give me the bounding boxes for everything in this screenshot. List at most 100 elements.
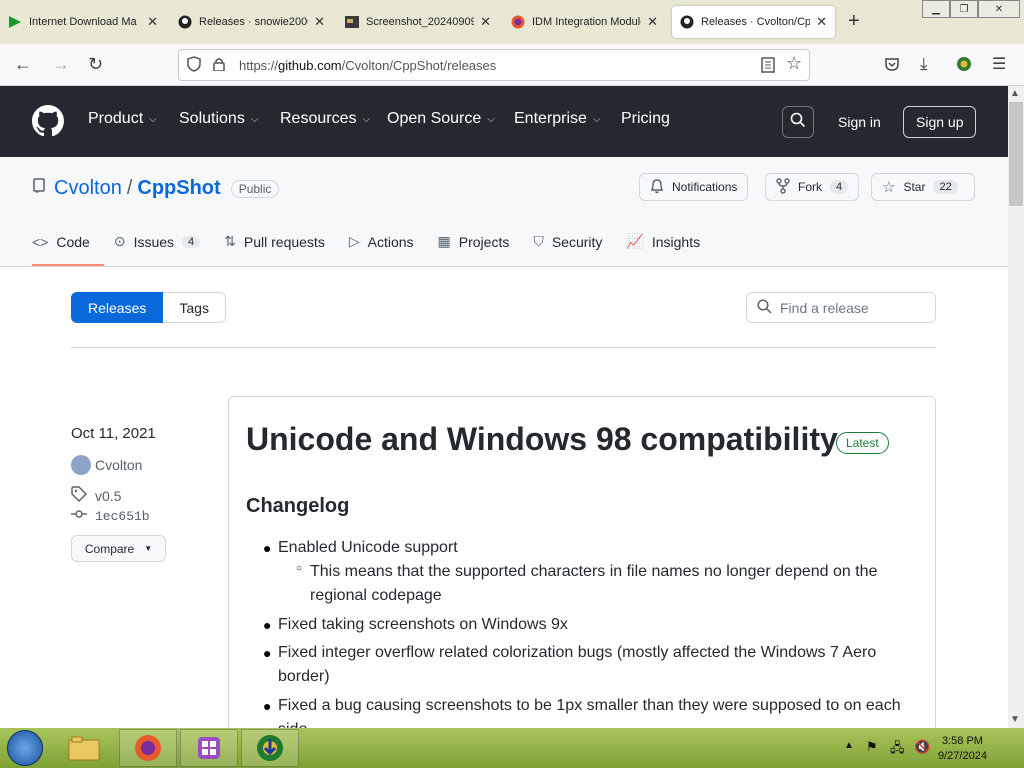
chevron-down-icon: ⌵ <box>362 113 371 125</box>
new-tab-plus-icon[interactable]: + <box>848 10 860 33</box>
volume-muted-icon[interactable]: 🔇 <box>914 739 930 755</box>
bookmark-star-icon[interactable]: ☆ <box>786 53 802 74</box>
list-item-continued: regional codepage <box>310 587 442 604</box>
minimize-icon[interactable]: ▁ <box>922 0 950 18</box>
star-icon: ☆ <box>882 179 896 196</box>
windows-taskbar: ▲ ⚑ 🖧 🔇 3:58 PM 9/27/2024 <box>0 728 1024 768</box>
star-count: 22 <box>933 180 958 194</box>
release-author[interactable]: Cvolton <box>71 455 142 475</box>
image-icon <box>345 15 359 29</box>
tab-security[interactable]: ⛉ Security <box>533 233 602 250</box>
reload-icon[interactable]: ↻ <box>88 54 103 75</box>
nav-enterprise[interactable]: Enterprise ⌵ <box>514 110 601 128</box>
release-date: Oct 11, 2021 <box>71 425 156 442</box>
tab-insights[interactable]: 📈 Insights <box>626 233 700 250</box>
nav-open-source[interactable]: Open Source ⌵ <box>387 110 495 128</box>
tag-icon <box>71 486 87 505</box>
visibility-badge: Public <box>230 179 280 198</box>
tab-pull-requests[interactable]: ⇅ Pull requests <box>224 233 325 250</box>
back-arrow-icon[interactable]: ← <box>14 54 32 75</box>
sign-up-button[interactable]: Sign up <box>903 106 977 138</box>
tags-tab-button[interactable]: Tags <box>163 292 226 323</box>
find-release-input[interactable]: Find a release <box>746 292 936 323</box>
lock-icon[interactable] <box>213 57 231 74</box>
chevron-down-icon: ⌵ <box>149 113 157 125</box>
tab-code[interactable]: <> Code <box>32 233 90 250</box>
chevron-down-icon: ⌵ <box>250 113 259 125</box>
url-domain: github.com <box>278 57 342 73</box>
scroll-down-arrow-icon[interactable]: ▼ <box>1010 714 1020 725</box>
scroll-up-arrow-icon[interactable]: ▲ <box>1010 88 1020 99</box>
start-button-icon[interactable] <box>7 730 43 766</box>
star-button[interactable]: ☆ Star 22 <box>871 173 975 201</box>
firefox-icon <box>511 15 525 29</box>
github-header: Product ⌵ Solutions ⌵ Resources ⌵ Open Sour… <box>0 86 1008 157</box>
notifications-button[interactable]: Notifications <box>639 173 749 201</box>
releases-tab-button[interactable]: Releases <box>71 292 164 323</box>
bullet-icon: ● <box>263 617 272 633</box>
shield-icon[interactable] <box>187 55 205 75</box>
pocket-icon[interactable] <box>884 56 900 77</box>
find-release-placeholder: Find a release <box>780 299 869 316</box>
release-title[interactable]: Unicode and Windows 98 compatibility <box>246 421 838 458</box>
repo-title: Cvolton / CppShot Public <box>32 177 280 200</box>
firefox-taskbar-icon[interactable] <box>119 729 177 767</box>
close-icon[interactable]: ✕ <box>480 14 491 30</box>
network-icon[interactable]: 🖧 <box>890 739 905 761</box>
menu-hamburger-icon[interactable]: ☰ <box>992 54 1006 74</box>
downloads-icon[interactable]: ⤓ <box>920 54 928 74</box>
tab-projects[interactable]: ▦ Projects <box>438 233 510 250</box>
close-icon[interactable]: ✕ <box>147 14 158 30</box>
browser-tab[interactable]: IDM Integration Module ✕ <box>503 6 666 38</box>
browser-tab[interactable]: Internet Download Ma ✕ <box>0 6 166 38</box>
bullet-icon: ● <box>263 645 272 661</box>
idm-play-icon <box>8 15 22 29</box>
avatar <box>71 455 91 475</box>
sign-in-link[interactable]: Sign in <box>838 114 881 130</box>
github-logo-icon[interactable] <box>32 105 64 142</box>
repo-separator: / <box>126 177 133 199</box>
commit-icon <box>71 508 87 524</box>
browser-tab[interactable]: Screenshot_20240909 ✕ <box>337 6 499 38</box>
browser-tab-active[interactable]: Releases · Cvolton/Cp ✕ <box>672 6 835 38</box>
close-icon[interactable]: ✕ <box>314 14 325 30</box>
list-item-continued: border) <box>278 668 330 685</box>
tab-actions[interactable]: ▷ Actions <box>349 233 414 250</box>
chevron-down-icon: ⌵ <box>592 113 601 125</box>
issues-count: 4 <box>182 235 201 248</box>
browser-tab[interactable]: Releases · snowie2000 ✕ <box>170 6 333 38</box>
bullet-icon: ● <box>263 540 272 556</box>
reader-view-icon[interactable] <box>761 57 775 76</box>
fork-button[interactable]: Fork 4 <box>765 173 860 201</box>
close-icon[interactable]: ✕ <box>816 14 827 30</box>
system-clock[interactable]: 3:58 PM 9/27/2024 <box>938 734 987 764</box>
window-close-icon[interactable]: ✕ <box>978 0 1020 18</box>
scrollbar-thumb[interactable] <box>1009 102 1023 206</box>
release-tag[interactable]: v0.5 <box>71 486 121 505</box>
windows-flag-app-icon[interactable] <box>180 729 238 767</box>
maximize-icon[interactable]: ❐ <box>950 0 978 18</box>
search-icon <box>757 298 772 317</box>
nav-resources[interactable]: Resources ⌵ <box>280 110 370 128</box>
search-button[interactable] <box>782 106 814 138</box>
list-item: This means that the supported characters… <box>310 563 878 580</box>
search-icon <box>790 112 806 133</box>
release-commit[interactable]: 1ec651b <box>71 508 150 524</box>
compare-button[interactable]: Compare ▼ <box>71 535 166 562</box>
tray-expand-icon[interactable]: ▲ <box>844 740 854 751</box>
tab-issues[interactable]: ⊙ Issues 4 <box>114 233 201 250</box>
close-icon[interactable]: ✕ <box>647 14 658 30</box>
repo-name-link[interactable]: CppShot <box>137 177 220 200</box>
nav-product[interactable]: Product ⌵ <box>88 110 157 128</box>
pull-request-icon: ⇅ <box>224 233 236 249</box>
nav-solutions[interactable]: Solutions ⌵ <box>179 110 258 128</box>
forward-arrow-icon[interactable]: → <box>52 54 70 75</box>
action-center-flag-icon[interactable]: ⚑ <box>866 739 878 755</box>
repo-owner-link[interactable]: Cvolton <box>54 177 122 200</box>
nav-pricing[interactable]: Pricing <box>621 110 670 128</box>
url-path: /Cvolton/CppShot/releases <box>341 57 497 73</box>
address-bar[interactable]: https://github.com/Cvolton/CppShot/relea… <box>178 49 810 81</box>
idm-taskbar-icon[interactable] <box>241 729 299 767</box>
file-explorer-icon[interactable] <box>55 729 113 767</box>
idm-extension-icon[interactable] <box>956 56 972 77</box>
